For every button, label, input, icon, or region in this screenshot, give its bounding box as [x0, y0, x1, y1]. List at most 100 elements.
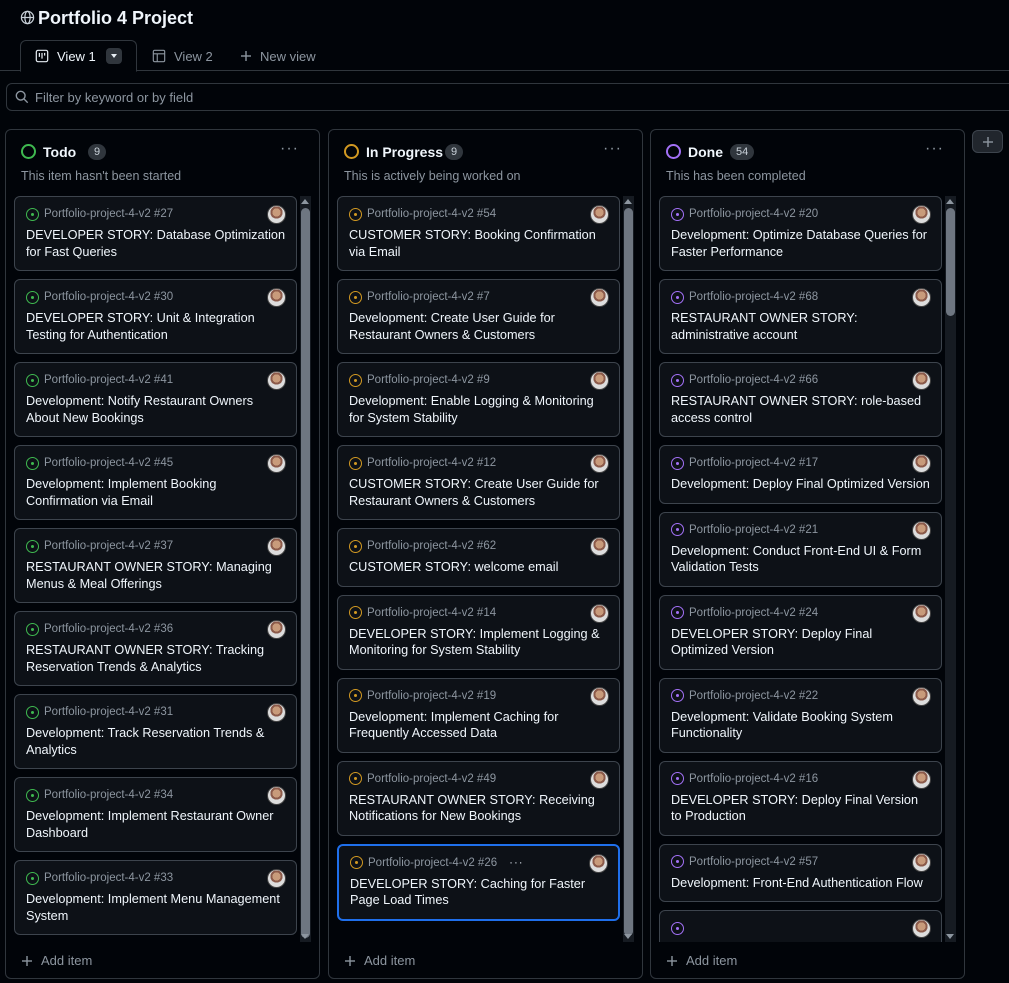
issue-card[interactable]: Portfolio-project-4-v2 #62 CUSTOMER STORY… [337, 528, 620, 587]
add-item-button[interactable]: Add item [666, 953, 737, 968]
assignee-avatar[interactable] [590, 686, 609, 706]
new-view-button[interactable]: New view [240, 40, 316, 72]
issue-card[interactable]: Portfolio-project-4-v2 #36 RESTAURANT OWN… [14, 611, 297, 686]
issue-card[interactable]: Portfolio-project-4-v2 #9 Development: En… [337, 362, 620, 437]
scroll-down-arrow-icon[interactable] [624, 934, 632, 939]
issue-card[interactable]: Portfolio-project-4-v2 #34 Development: I… [14, 777, 297, 852]
issue-card[interactable]: Portfolio-project-4-v2 #30 DEVELOPER STOR… [14, 279, 297, 354]
assignee-avatar[interactable] [267, 288, 286, 307]
assignee-avatar[interactable] [267, 703, 286, 722]
assignee-avatar[interactable] [912, 288, 931, 307]
issue-card[interactable]: Portfolio-project-4-v2 #37 RESTAURANT OWN… [14, 528, 297, 603]
issue-title-link[interactable]: Development: Conduct Front-End UI & Form… [671, 543, 931, 576]
assignee-avatar[interactable] [912, 205, 931, 224]
tab-view-1[interactable]: View 1 [20, 40, 137, 72]
assignee-avatar[interactable] [590, 769, 609, 789]
column-scrollbar[interactable] [945, 196, 956, 942]
assignee-avatar[interactable] [590, 371, 609, 390]
issue-card[interactable]: Portfolio-project-4-v2 #68 RESTAURANT OWN… [659, 279, 942, 354]
issue-title-link[interactable]: Development: Optimize Database Queries f… [671, 227, 931, 260]
issue-card[interactable]: Portfolio-project-4-v2 #54 CUSTOMER STORY… [337, 196, 620, 271]
scroll-thumb[interactable] [624, 208, 633, 936]
assignee-avatar[interactable] [267, 371, 286, 390]
assignee-avatar[interactable] [589, 853, 608, 873]
tab-options-button[interactable] [106, 48, 122, 64]
issue-card[interactable]: Portfolio-project-4-v2 #16 DEVELOPER STOR… [659, 760, 942, 836]
issue-card[interactable]: Portfolio-project-4-v2 #66 RESTAURANT OWN… [659, 362, 942, 437]
card-more-button[interactable]: ··· [509, 857, 524, 869]
issue-title-link[interactable]: Development: Implement Booking Confirmat… [26, 476, 286, 509]
scroll-down-arrow-icon[interactable] [946, 934, 954, 939]
scroll-down-arrow-icon[interactable] [301, 934, 309, 939]
column-scrollbar[interactable] [623, 196, 634, 942]
issue-title-link[interactable]: Development: Front-End Authentication Fl… [671, 875, 931, 892]
issue-card[interactable]: Portfolio-project-4-v2 #31 Development: T… [14, 694, 297, 769]
issue-card[interactable]: Portfolio-project-4-v2 #19 Development: I… [337, 677, 620, 753]
issue-title-link[interactable]: DEVELOPER STORY: Deploy Final Version to… [671, 792, 931, 825]
column-menu-button[interactable]: ··· [925, 140, 944, 158]
issue-card[interactable]: Portfolio-project-4-v2 #24 DEVELOPER STOR… [659, 594, 942, 670]
issue-title-link[interactable]: RESTAURANT OWNER STORY: administrative a… [671, 310, 931, 343]
issue-title-link[interactable]: CUSTOMER STORY: welcome email [349, 559, 609, 576]
issue-title-link[interactable]: RESTAURANT OWNER STORY: Managing Menus &… [26, 559, 286, 592]
scroll-up-arrow-icon[interactable] [301, 199, 309, 204]
issue-card[interactable]: Portfolio-project-4-v2 #27 DEVELOPER STOR… [14, 196, 297, 271]
issue-title-link[interactable]: Development: Validate Booking System Fun… [671, 709, 931, 742]
assignee-avatar[interactable] [267, 786, 286, 805]
issue-title-link[interactable]: Development: Create User Guide for Resta… [349, 310, 609, 343]
assignee-avatar[interactable] [912, 520, 931, 540]
issue-title-link[interactable]: Development: Notify Restaurant Owners Ab… [26, 393, 286, 426]
add-item-button[interactable]: Add item [344, 953, 415, 968]
issue-title-link[interactable]: Development: Enable Logging & Monitoring… [349, 393, 609, 426]
filter-input[interactable] [35, 89, 935, 105]
column-menu-button[interactable]: ··· [280, 140, 299, 158]
issue-title-link[interactable]: RESTAURANT OWNER STORY: Tracking Reserva… [26, 642, 286, 675]
issue-title-link[interactable]: RESTAURANT OWNER STORY: Receiving Notifi… [349, 792, 609, 825]
issue-card[interactable]: Portfolio-project-4-v2 #49 RESTAURANT OWN… [337, 760, 620, 836]
column-menu-button[interactable]: ··· [603, 140, 622, 158]
add-column-button[interactable] [972, 130, 1003, 153]
tab-view-2[interactable]: View 2 [152, 40, 213, 72]
assignee-avatar[interactable] [267, 537, 286, 556]
issue-card[interactable]: Portfolio-project-4-v2 #22 Development: V… [659, 677, 942, 753]
issue-card[interactable]: Portfolio-project-4-v2 #7 Development: Cr… [337, 279, 620, 354]
issue-card[interactable]: Portfolio-project-4-v2 #45 Development: I… [14, 445, 297, 520]
issue-card[interactable] [659, 910, 942, 942]
issue-title-link[interactable]: DEVELOPER STORY: Unit & Integration Test… [26, 310, 286, 343]
assignee-avatar[interactable] [912, 919, 931, 938]
issue-card[interactable]: Portfolio-project-4-v2 #57 Development: F… [659, 843, 942, 902]
issue-title-link[interactable]: Development: Track Reservation Trends & … [26, 725, 286, 758]
assignee-avatar[interactable] [590, 537, 609, 556]
issue-card[interactable]: Portfolio-project-4-v2 #14 DEVELOPER STOR… [337, 594, 620, 670]
assignee-avatar[interactable] [912, 769, 931, 789]
issue-title-link[interactable]: Development: Implement Restaurant Owner … [26, 808, 286, 841]
issue-title-link[interactable]: Development: Deploy Final Optimized Vers… [671, 476, 931, 493]
issue-title-link[interactable]: DEVELOPER STORY: Caching for Faster Page… [350, 876, 608, 909]
scroll-thumb[interactable] [301, 208, 310, 938]
assignee-avatar[interactable] [912, 454, 931, 473]
issue-title-link[interactable]: RESTAURANT OWNER STORY: role-based acces… [671, 393, 931, 426]
assignee-avatar[interactable] [590, 603, 609, 623]
scroll-up-arrow-icon[interactable] [946, 199, 954, 204]
scroll-up-arrow-icon[interactable] [624, 199, 632, 204]
assignee-avatar[interactable] [267, 620, 286, 639]
add-item-button[interactable]: Add item [21, 953, 92, 968]
assignee-avatar[interactable] [590, 454, 609, 473]
issue-title-link[interactable]: CUSTOMER STORY: Create User Guide for Re… [349, 476, 609, 509]
column-scrollbar[interactable] [300, 196, 311, 942]
assignee-avatar[interactable] [267, 869, 286, 888]
assignee-avatar[interactable] [912, 686, 931, 706]
issue-card[interactable]: Portfolio-project-4-v2 #41 Development: N… [14, 362, 297, 437]
issue-card[interactable]: Portfolio-project-4-v2 #33 Development: I… [14, 860, 297, 935]
issue-card[interactable]: Portfolio-project-4-v2 #17 Development: D… [659, 445, 942, 504]
issue-title-link[interactable]: DEVELOPER STORY: Deploy Final Optimized … [671, 626, 931, 659]
issue-title-link[interactable]: DEVELOPER STORY: Database Optimization f… [26, 227, 286, 260]
issue-card[interactable]: Portfolio-project-4-v2 #12 CUSTOMER STORY… [337, 445, 620, 520]
assignee-avatar[interactable] [912, 603, 931, 623]
issue-title-link[interactable]: Development: Implement Caching for Frequ… [349, 709, 609, 742]
assignee-avatar[interactable] [912, 371, 931, 390]
issue-card[interactable]: Portfolio-project-4-v2 #20 Development: O… [659, 196, 942, 271]
assignee-avatar[interactable] [912, 852, 931, 872]
issue-title-link[interactable]: CUSTOMER STORY: Booking Confirmation via… [349, 227, 609, 260]
issue-card[interactable]: Portfolio-project-4-v2 #21 Development: C… [659, 511, 942, 587]
